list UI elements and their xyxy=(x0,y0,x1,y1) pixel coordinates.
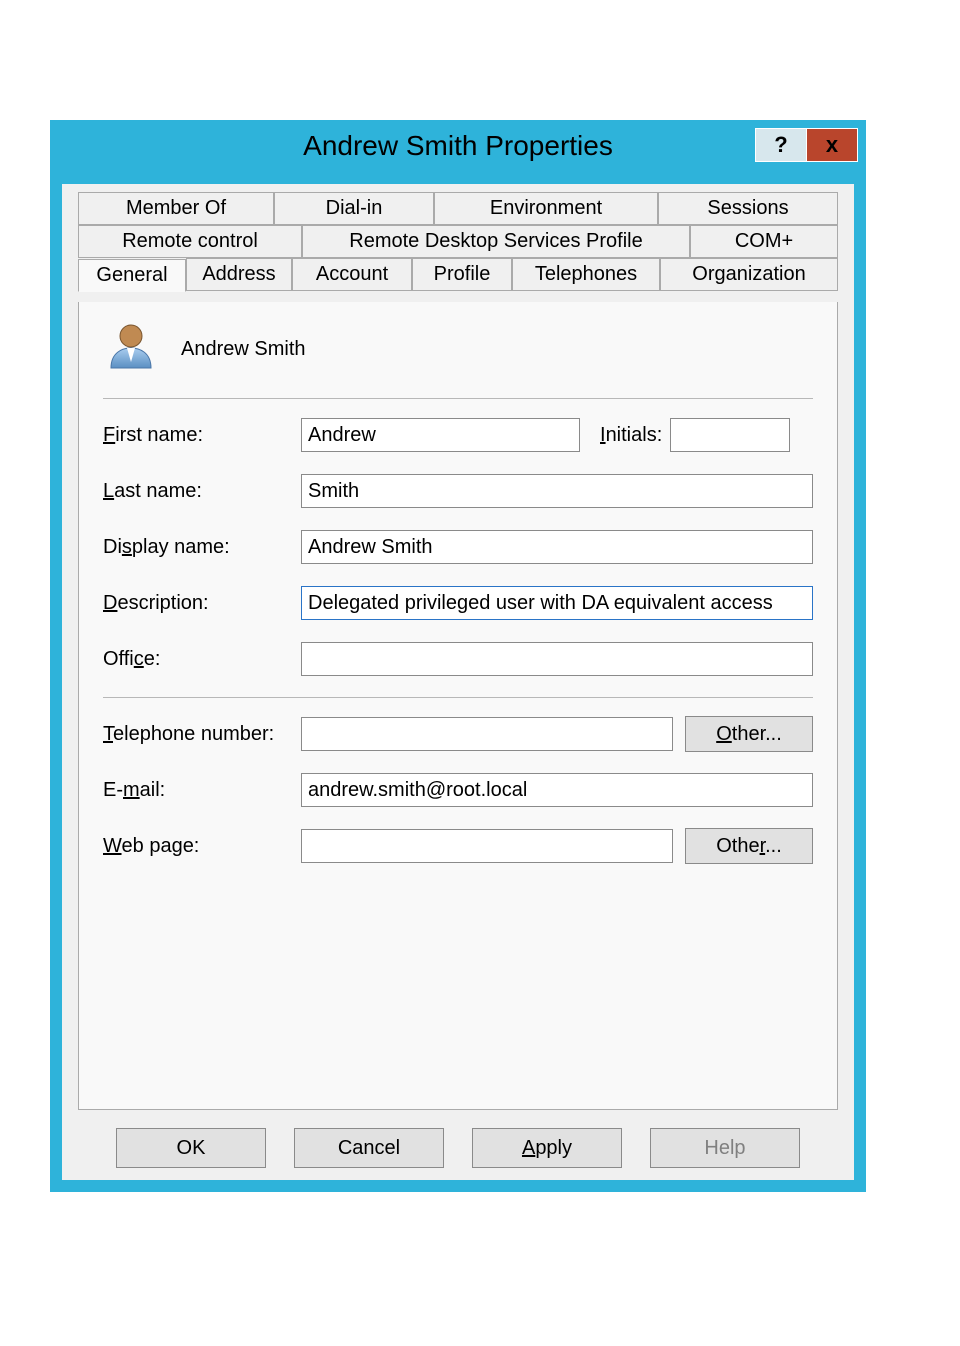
label-webpage: Web page: xyxy=(103,835,301,858)
label-office: Office: xyxy=(103,648,301,671)
tab-general[interactable]: General xyxy=(78,259,186,292)
row-last-name: Last name: xyxy=(103,473,813,509)
description-field[interactable] xyxy=(301,586,813,620)
label-telephone: Telephone number: xyxy=(103,723,301,746)
contact-form: Telephone number: Other... E-mail: Web xyxy=(79,716,837,864)
tab-telephones[interactable]: Telephones xyxy=(512,258,660,291)
titlebar: Andrew Smith Properties ? x xyxy=(50,120,866,170)
row-webpage: Web page: Other... xyxy=(103,828,813,864)
label-initials: Initials: xyxy=(600,424,670,447)
display-name-field[interactable] xyxy=(301,530,813,564)
tab-profile[interactable]: Profile xyxy=(412,258,512,291)
help-button[interactable]: ? xyxy=(755,128,807,162)
apply-button[interactable]: Apply xyxy=(472,1128,622,1168)
ok-button[interactable]: OK xyxy=(116,1128,266,1168)
tab-panel-general: Andrew Smith First name: Initials: xyxy=(78,302,838,1110)
help-dialog-button[interactable]: Help xyxy=(650,1128,800,1168)
tab-sessions[interactable]: Sessions xyxy=(658,192,838,225)
label-last-name: Last name: xyxy=(103,480,301,503)
tab-environment[interactable]: Environment xyxy=(434,192,658,225)
row-description: Description: xyxy=(103,585,813,621)
tab-row-2: Remote control Remote Desktop Services P… xyxy=(78,225,838,258)
webpage-field[interactable] xyxy=(301,829,673,863)
general-form: First name: Initials: Last name: xyxy=(79,417,837,677)
label-display-name: Display name: xyxy=(103,536,301,559)
row-display-name: Display name: xyxy=(103,529,813,565)
label-email: E-mail: xyxy=(103,779,301,802)
divider-1 xyxy=(103,398,813,399)
label-first-name: First name: xyxy=(103,424,301,447)
divider-2 xyxy=(103,697,813,698)
tab-dial-in[interactable]: Dial-in xyxy=(274,192,434,225)
dialog-window: Andrew Smith Properties ? x Member Of Di… xyxy=(50,120,866,1192)
dialog-footer: OK Cancel Apply Help xyxy=(62,1128,854,1168)
telephone-field[interactable] xyxy=(301,717,673,751)
tab-account[interactable]: Account xyxy=(292,258,412,291)
titlebar-buttons: ? x xyxy=(756,128,858,162)
tab-row-3: General Address Account Profile Telephon… xyxy=(78,258,838,291)
user-header: Andrew Smith xyxy=(79,302,837,398)
tab-organization[interactable]: Organization xyxy=(660,258,838,291)
telephone-other-button[interactable]: Other... xyxy=(685,716,813,752)
initials-field[interactable] xyxy=(670,418,790,452)
label-description: Description: xyxy=(103,592,301,615)
email-field[interactable] xyxy=(301,773,813,807)
user-display-name: Andrew Smith xyxy=(181,338,306,361)
user-icon xyxy=(103,318,159,380)
row-email: E-mail: xyxy=(103,772,813,808)
tabs: Member Of Dial-in Environment Sessions R… xyxy=(78,192,838,291)
tab-rds-profile[interactable]: Remote Desktop Services Profile xyxy=(302,225,690,258)
first-name-field[interactable] xyxy=(301,418,580,452)
tab-row-1: Member Of Dial-in Environment Sessions xyxy=(78,192,838,225)
row-telephone: Telephone number: Other... xyxy=(103,716,813,752)
cancel-button[interactable]: Cancel xyxy=(294,1128,444,1168)
tab-remote-control[interactable]: Remote control xyxy=(78,225,302,258)
last-name-field[interactable] xyxy=(301,474,813,508)
tab-address[interactable]: Address xyxy=(186,258,292,291)
tab-member-of[interactable]: Member Of xyxy=(78,192,274,225)
row-first-name: First name: Initials: xyxy=(103,417,813,453)
window-title: Andrew Smith Properties xyxy=(50,120,866,162)
tab-complus[interactable]: COM+ xyxy=(690,225,838,258)
row-office: Office: xyxy=(103,641,813,677)
office-field[interactable] xyxy=(301,642,813,676)
webpage-other-button[interactable]: Other... xyxy=(685,828,813,864)
client-area: Member Of Dial-in Environment Sessions R… xyxy=(62,184,854,1180)
close-button[interactable]: x xyxy=(806,128,858,162)
